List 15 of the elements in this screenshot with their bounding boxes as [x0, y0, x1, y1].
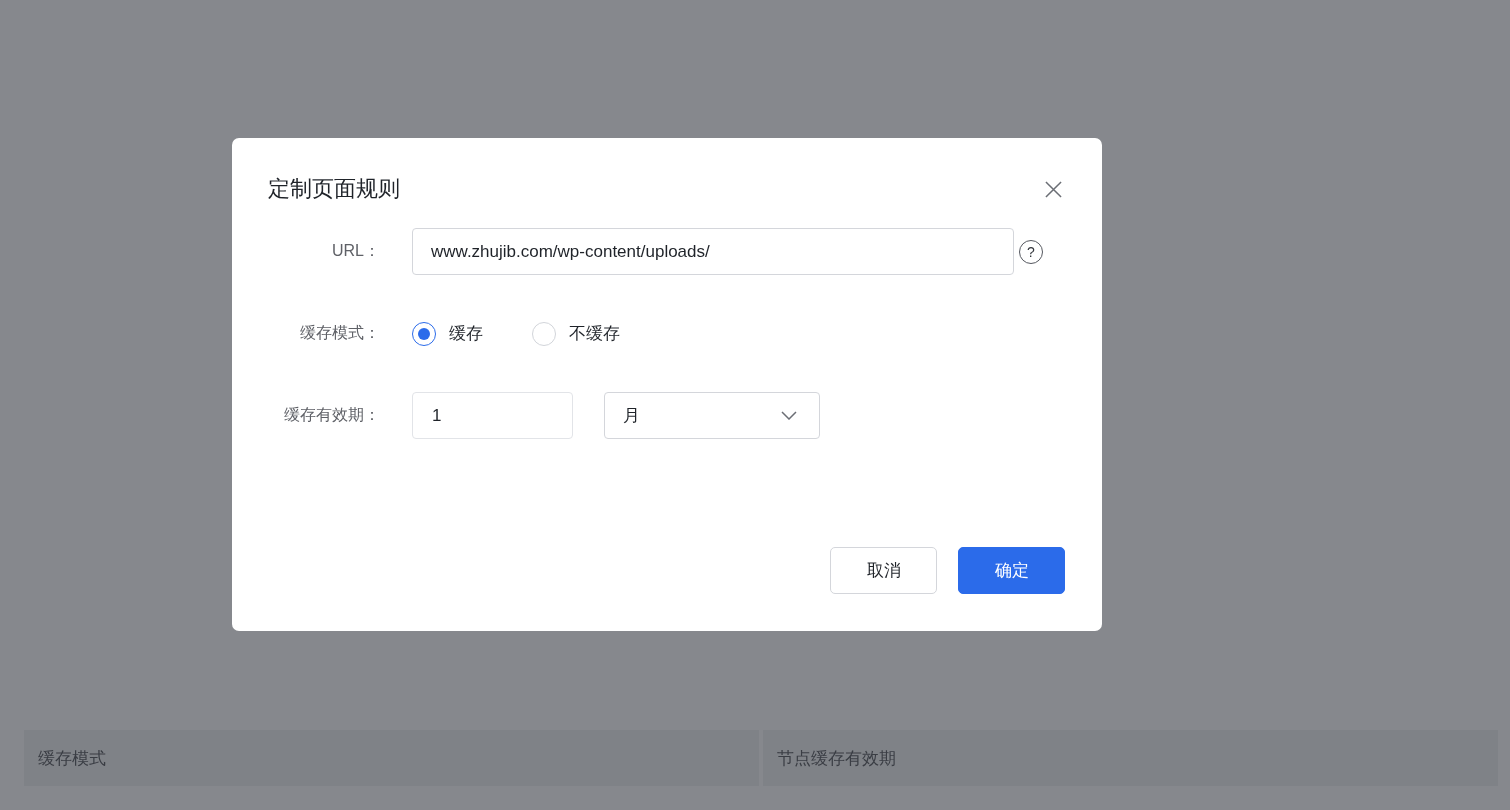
field-label: URL：	[331, 241, 380, 261]
duration-input[interactable]: 1	[412, 392, 573, 439]
cancel-button[interactable]: 取消	[830, 547, 937, 594]
field-label: 缓存模式：	[299, 323, 380, 343]
dialog-title: 定制页面规则	[268, 175, 400, 203]
radio-label[interactable]: 不缓存	[569, 322, 620, 345]
close-icon[interactable]	[1045, 180, 1062, 198]
table-header-cell: 节点缓存有效期	[763, 730, 1498, 786]
chevron-down-icon	[781, 411, 797, 420]
confirm-button[interactable]: 确定	[958, 547, 1065, 594]
radio-label[interactable]: 缓存	[449, 322, 483, 345]
field-label: 缓存有效期：	[283, 405, 380, 425]
unit-select[interactable]: 月	[604, 392, 820, 439]
url-input[interactable]: www.zhujib.com/wp-content/uploads/	[412, 228, 1014, 275]
table-header-cell: 缓存模式	[24, 730, 759, 786]
